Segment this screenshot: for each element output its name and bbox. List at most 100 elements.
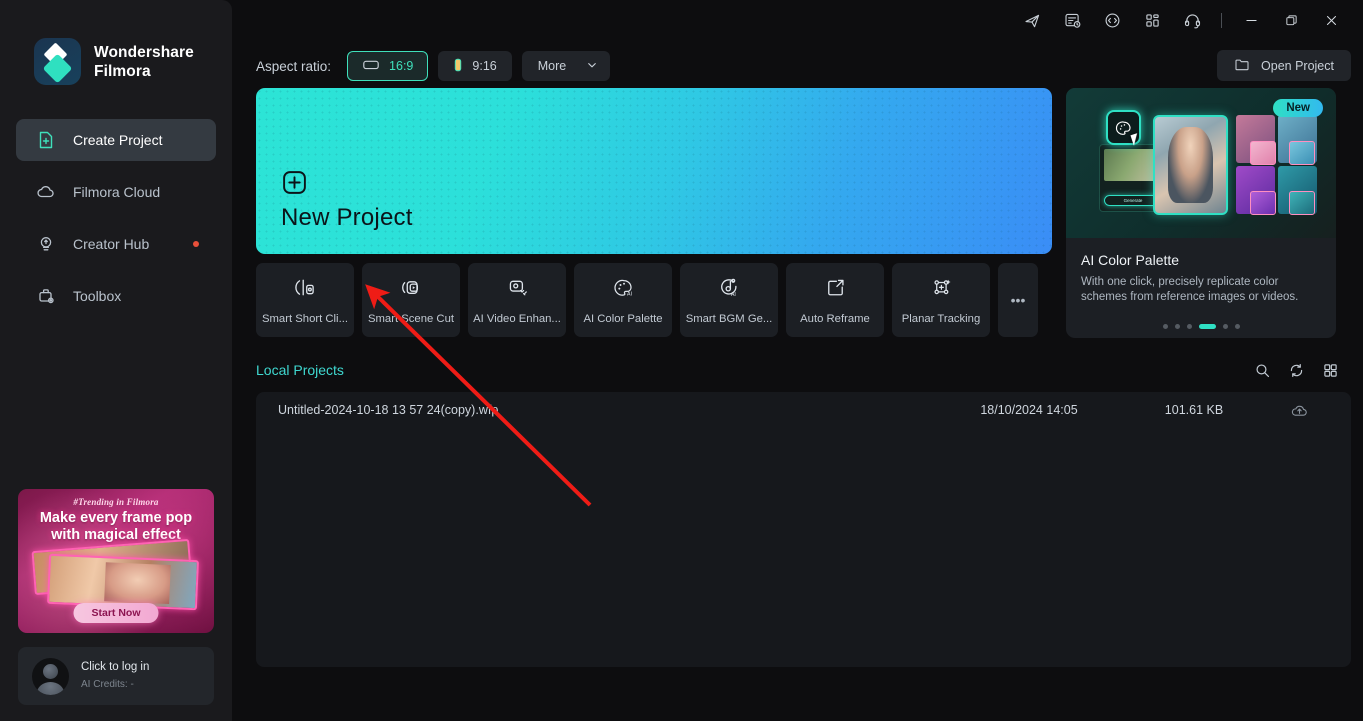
sidebar-item-label: Create Project (73, 132, 163, 148)
tool-card-label: Smart Short Cli... (261, 312, 348, 325)
sidebar-item-toolbox[interactable]: Toolbox (16, 275, 216, 317)
sidebar-item-label: Toolbox (73, 288, 122, 304)
brand-line-1: Wondershare (94, 43, 194, 61)
table-row[interactable]: Untitled-2024-10-18 13 57 24(copy).wfp 1… (256, 392, 1351, 428)
aspect-ratio-9-16-button[interactable]: 9:16 (438, 51, 512, 81)
landscape-icon (362, 58, 380, 74)
new-project-label: New Project (281, 204, 413, 231)
smart-scene-cut-icon (400, 276, 423, 304)
tool-card-label: Smart BGM Ge... (685, 312, 773, 325)
carousel-dot-active[interactable] (1198, 324, 1216, 329)
plus-square-icon (282, 170, 307, 195)
promo-photo-frame-front (46, 553, 200, 611)
search-icon[interactable] (1254, 362, 1271, 379)
sidebar-promo-banner[interactable]: #Trending in Filmora Make every frame po… (18, 489, 214, 633)
variant-tile-small (1250, 141, 1276, 165)
aspect-ratio-toolbar: Aspect ratio: 16:9 9:16 More Open Projec… (232, 44, 1363, 88)
tool-card-planar-tracking[interactable]: Planar Tracking (892, 263, 990, 337)
tool-cards-more-button[interactable]: ••• (998, 263, 1038, 337)
tool-card-ai-color-palette[interactable]: AI AI Color Palette (574, 263, 672, 337)
sidebar-nav: Create Project Filmora Cloud Creator Hub… (0, 119, 232, 317)
feature-promo-card[interactable]: New Generate AI Color Palette With one c… (1066, 88, 1336, 338)
local-projects-actions (1254, 362, 1339, 379)
minimize-button[interactable] (1231, 3, 1271, 37)
planar-tracking-icon (930, 276, 953, 304)
brand-name: Wondershare Filmora (94, 43, 194, 81)
local-projects-header: Local Projects (256, 357, 1351, 383)
new-file-icon (36, 130, 56, 150)
project-date: 18/10/2024 14:05 (980, 403, 1078, 417)
aspect-ratio-more-button[interactable]: More (521, 51, 611, 81)
tool-card-smart-scene-cut[interactable]: Smart Scene Cut (362, 263, 460, 337)
send-feedback-icon[interactable] (1012, 3, 1052, 37)
cloud-icon (36, 182, 56, 202)
ai-video-enhancer-icon (506, 276, 529, 304)
promo-start-now-button[interactable]: Start Now (73, 603, 159, 623)
headset-support-icon[interactable] (1172, 3, 1212, 37)
tool-cards-row: Smart Short Cli... Smart Scene Cut AI Vi… (256, 263, 1052, 337)
grid-view-icon[interactable] (1322, 362, 1339, 379)
aspect-ratio-16-9-button[interactable]: 16:9 (347, 51, 429, 81)
chevron-down-icon (586, 59, 598, 74)
tool-card-auto-reframe[interactable]: Auto Reframe (786, 263, 884, 337)
promo-variant-grid (1236, 115, 1318, 215)
tool-card-label: Smart Scene Cut (367, 312, 455, 325)
main-area: Aspect ratio: 16:9 9:16 More Open Projec… (232, 0, 1363, 721)
promo-text-body: AI Color Palette With one click, precise… (1066, 238, 1336, 305)
sidebar-item-create-project[interactable]: Create Project (16, 119, 216, 161)
promo-description: With one click, precisely replicate colo… (1081, 276, 1299, 303)
smart-short-clips-icon (294, 276, 317, 304)
local-projects-title: Local Projects (256, 362, 344, 378)
smart-bgm-generate-icon: AI (718, 276, 741, 304)
task-list-icon[interactable] (1052, 3, 1092, 37)
cloud-upload-icon[interactable] (1269, 402, 1329, 419)
promo-trending-label: #Trending in Filmora (73, 497, 159, 507)
new-badge: New (1273, 99, 1323, 117)
carousel-dot[interactable] (1162, 324, 1168, 329)
tool-card-label: Auto Reframe (800, 312, 870, 325)
sidebar-item-filmora-cloud[interactable]: Filmora Cloud (16, 171, 216, 213)
open-project-button[interactable]: Open Project (1217, 50, 1351, 81)
tool-card-smart-short-clips[interactable]: Smart Short Cli... (256, 263, 354, 337)
toolbox-icon (36, 286, 56, 306)
apps-grid-icon[interactable] (1132, 3, 1172, 37)
tool-card-ai-video-enhancer[interactable]: AI Video Enhan... (468, 263, 566, 337)
sidebar-item-creator-hub[interactable]: Creator Hub (16, 223, 216, 265)
svg-text:AI: AI (627, 291, 632, 297)
cloud-sync-icon[interactable] (1092, 3, 1132, 37)
new-project-banner[interactable]: New Project (256, 88, 1052, 254)
project-size: 101.61 KB (1164, 403, 1224, 417)
carousel-dots (1066, 324, 1336, 329)
folder-icon (1234, 57, 1250, 75)
login-prompt-label: Click to log in (81, 661, 150, 673)
brand-line-2: Filmora (94, 62, 151, 80)
variant-tile-small (1289, 141, 1315, 165)
account-login-panel[interactable]: Click to log in AI Credits: - (18, 647, 214, 705)
project-name: Untitled-2024-10-18 13 57 24(copy).wfp (278, 403, 499, 417)
tool-card-smart-bgm-generate[interactable]: AI Smart BGM Ge... (680, 263, 778, 337)
aspect-ratio-label-text: 9:16 (472, 59, 497, 73)
ai-credits-label: AI Credits: - (81, 679, 134, 690)
more-label: More (537, 59, 567, 73)
promo-artwork: New Generate (1066, 88, 1336, 238)
refresh-icon[interactable] (1288, 362, 1305, 379)
carousel-dot[interactable] (1186, 324, 1192, 329)
avatar (32, 657, 69, 695)
maximize-button[interactable] (1271, 3, 1311, 37)
aspect-ratio-label: Aspect ratio: (256, 58, 332, 74)
tool-card-label: Planar Tracking (901, 312, 981, 325)
carousel-dot[interactable] (1222, 324, 1228, 329)
variant-tile-small (1289, 191, 1315, 215)
svg-text:AI: AI (730, 291, 735, 297)
promo-main-photo (1153, 115, 1228, 215)
open-project-label: Open Project (1261, 58, 1334, 73)
sidebar-item-label: Filmora Cloud (73, 184, 161, 200)
sidebar-item-label: Creator Hub (73, 236, 150, 252)
more-dots-icon: ••• (1010, 292, 1026, 308)
carousel-dot[interactable] (1234, 324, 1240, 329)
promo-title: AI Color Palette (1081, 252, 1180, 268)
brand-logo-area: Wondershare Filmora (0, 0, 232, 85)
tool-card-label: AI Color Palette (583, 312, 663, 325)
close-button[interactable] (1311, 3, 1351, 37)
carousel-dot[interactable] (1174, 324, 1180, 329)
